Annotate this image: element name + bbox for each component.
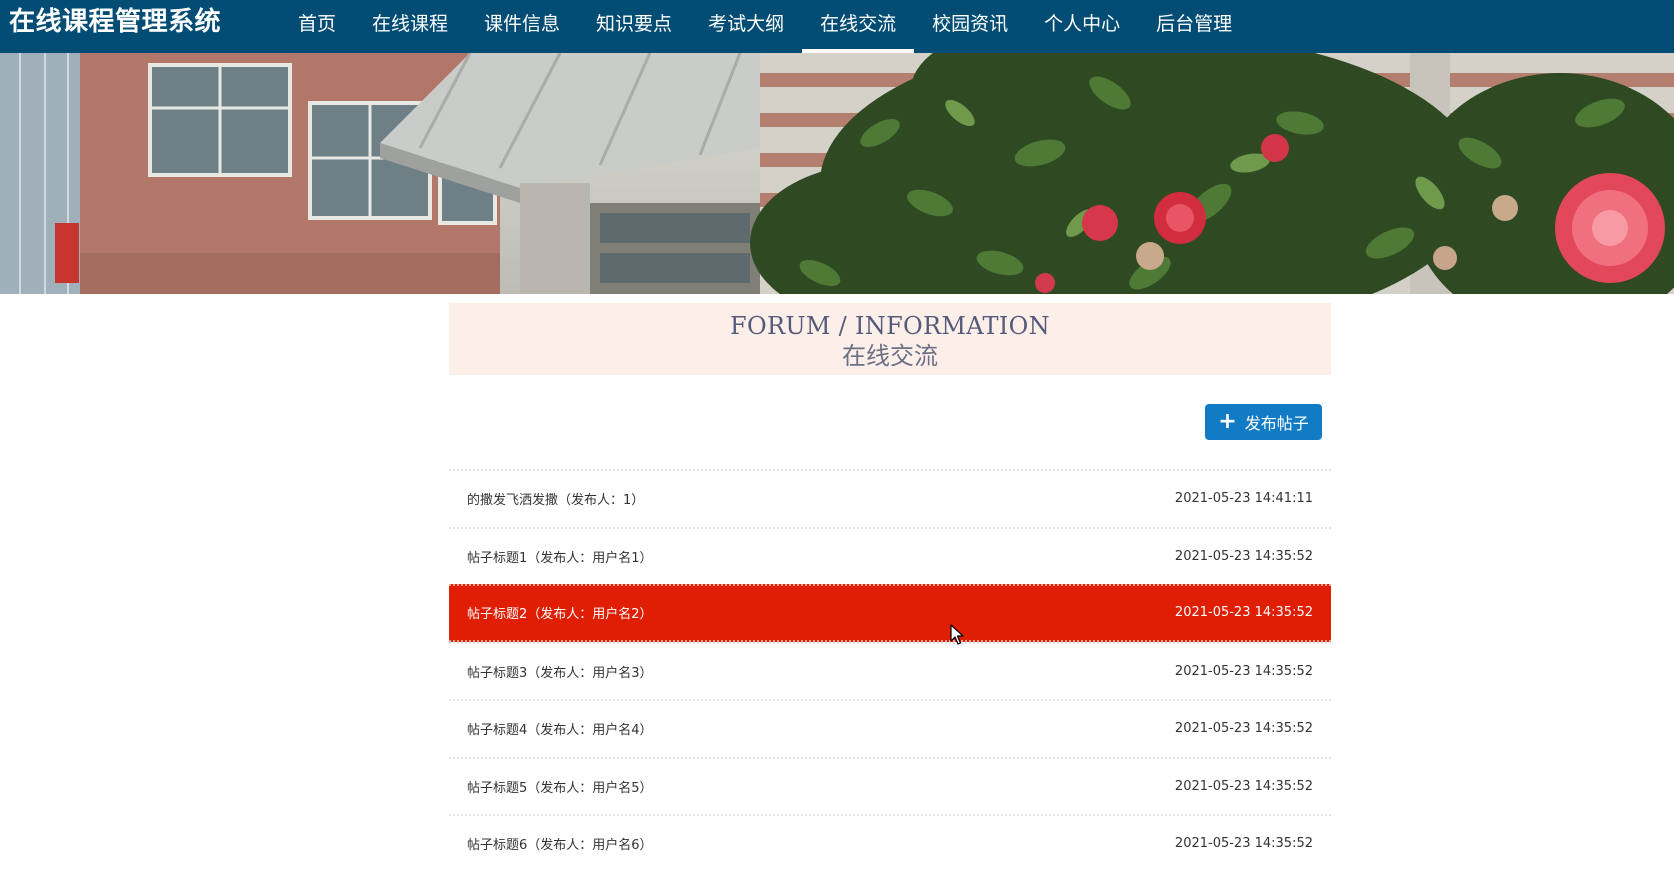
post-title[interactable]: 帖子标题2（发布人：用户名2）: [467, 603, 653, 622]
forum-post-list: 的撒发飞洒发撒（发布人：1） 2021-05-23 14:41:11 帖子标题1（发…: [449, 469, 1331, 871]
main-nav: 首页 在线课程 课件信息 知识要点 考试大纲 在线交流 校园资讯 个人中心 后台管理: [280, 0, 1250, 53]
post-title[interactable]: 帖子标题4（发布人：用户名4）: [467, 719, 653, 738]
nav-item-7[interactable]: 个人中心: [1026, 0, 1138, 53]
post-time: 2021-05-23 14:35:52: [1174, 778, 1313, 794]
nav-item-2[interactable]: 课件信息: [466, 0, 578, 53]
section-title-box: FORUM / INFORMATION 在线交流: [449, 303, 1331, 375]
post-time: 2021-05-23 14:41:11: [1174, 491, 1313, 507]
top-navbar: 在线课程管理系统 首页 在线课程 课件信息 知识要点 考试大纲 在线交流 校园资讯 个人中心后…: [0, 0, 1674, 53]
post-time: 2021-05-23 14:35:52: [1174, 721, 1313, 737]
nav-item-6[interactable]: 校园资讯: [914, 0, 1026, 53]
plus-icon: +: [1218, 409, 1237, 434]
publish-post-label: 发布帖子: [1244, 414, 1309, 433]
post-title[interactable]: 帖子标题1（发布人：用户名1）: [467, 547, 653, 566]
post-time: 2021-05-23 14:35:52: [1174, 663, 1313, 679]
nav-item-0[interactable]: 首页: [280, 0, 354, 53]
post-title[interactable]: 帖子标题3（发布人：用户名3）: [467, 662, 653, 681]
post-time: 2021-05-23 14:35:52: [1174, 836, 1313, 852]
post-time: 2021-05-23 14:35:52: [1174, 605, 1313, 621]
nav-item-1[interactable]: 在线课程: [354, 0, 466, 53]
post-row[interactable]: 帖子标题4（发布人：用户名4） 2021-05-23 14:35:52: [449, 699, 1331, 757]
post-row[interactable]: 帖子标题1（发布人：用户名1） 2021-05-23 14:35:52: [449, 526, 1331, 585]
mouse-cursor-icon: [950, 624, 964, 645]
publish-post-button[interactable]: + 发布帖子: [1205, 404, 1322, 440]
post-row[interactable]: 帖子标题2（发布人：用户名2） 2021-05-23 14:35:52: [449, 584, 1331, 642]
nav-item-8[interactable]: 后台管理: [1138, 0, 1250, 53]
post-title[interactable]: 的撒发飞洒发撒（发布人：1）: [467, 489, 644, 508]
banner-carousel[interactable]: [0, 53, 1674, 294]
post-title[interactable]: 帖子标题6（发布人：用户名6）: [467, 834, 653, 853]
nav-item-5[interactable]: 在线交流: [802, 0, 915, 53]
section-title-cn: 在线交流: [842, 342, 938, 370]
post-title[interactable]: 帖子标题5（发布人：用户名5）: [467, 777, 653, 796]
post-time: 2021-05-23 14:35:52: [1174, 548, 1313, 564]
site-brand[interactable]: 在线课程管理系统: [9, 0, 221, 45]
post-row[interactable]: 的撒发飞洒发撒（发布人：1） 2021-05-23 14:41:11: [449, 469, 1331, 527]
post-row[interactable]: 帖子标题3（发布人：用户名3） 2021-05-23 14:35:52: [449, 641, 1331, 700]
nav-item-3[interactable]: 知识要点: [578, 0, 690, 53]
banner-image: [0, 53, 1674, 294]
nav-item-4[interactable]: 考试大纲: [690, 0, 802, 53]
post-row[interactable]: 帖子标题5（发布人：用户名5） 2021-05-23 14:35:52: [449, 756, 1331, 815]
post-row[interactable]: 帖子标题6（发布人：用户名6） 2021-05-23 14:35:52: [449, 814, 1331, 871]
section-title-en: FORUM / INFORMATION: [730, 312, 1050, 340]
